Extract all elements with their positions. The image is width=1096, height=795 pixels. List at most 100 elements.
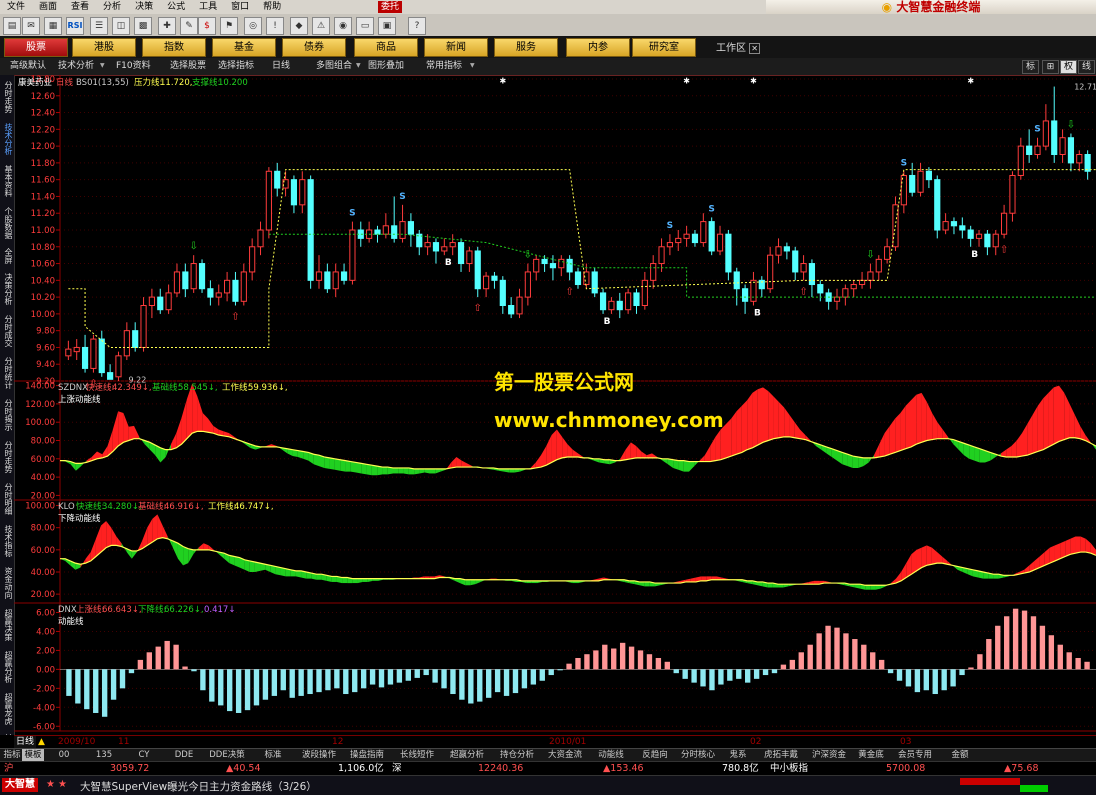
candle [290,175,298,214]
nav-button[interactable]: 内参 [566,38,630,57]
subbar-item[interactable]: 图形叠加 [368,60,404,72]
left-tab[interactable]: 分时揭示 [1,395,13,435]
left-tab[interactable]: 全屏 [1,245,13,267]
chart-mode-button[interactable]: 线 [1078,60,1095,74]
doc-icon[interactable]: ▭ [356,17,374,35]
calc-icon[interactable]: ▣ [378,17,396,35]
dropdown-arrow-icon[interactable]: ▼ [356,60,361,72]
area-segment [752,389,758,448]
menu-item[interactable]: 文件 [0,0,32,14]
target-icon[interactable]: ◉ [334,17,352,35]
menu-item[interactable]: 工具 [192,0,224,14]
workspace-label[interactable]: 工作区 ✕ [716,39,760,54]
dollar-icon[interactable]: $ [198,17,216,35]
left-tab[interactable]: 超赢分析 [1,647,13,687]
subbar-item[interactable]: 选择股票 [170,60,206,72]
menu-item[interactable]: 窗口 [224,0,256,14]
subbar-item[interactable]: F10资料 [116,60,151,72]
brand-badge[interactable]: 大智慧 [2,778,38,792]
order-button[interactable]: 委托 [378,1,403,13]
rsi-icon[interactable]: RSI [66,17,84,35]
y-tick-label: 9.40 [36,360,55,370]
binoculars-icon[interactable]: ◎ [244,17,262,35]
nav-button[interactable]: 新闻 [424,38,488,57]
warn-icon[interactable]: ⚠ [312,17,330,35]
diamond-icon[interactable]: ◆ [290,17,308,35]
table-icon[interactable]: ▦ [44,17,62,35]
left-tab[interactable]: 技术指标 [1,521,13,561]
left-tab[interactable]: 超赢龙虎 [1,689,13,729]
nav-button[interactable]: 商品 [354,38,418,57]
dropdown-arrow-icon[interactable]: ▼ [100,60,105,72]
area-segment [644,581,650,587]
time-axis[interactable]: 日线 ▲ 2009/10 11 12 2010/01 02 03 [14,735,1096,749]
chart-mode-button[interactable]: 标 [1022,60,1039,74]
flag-icon[interactable]: ⚑ [220,17,238,35]
menu-item[interactable]: 公式 [160,0,192,14]
grid-icon[interactable]: ▩ [134,17,152,35]
p4-down-value: 66.226↓, [164,605,204,615]
left-tab[interactable]: 分时统计 [1,353,13,393]
histogram-bar [271,669,278,696]
menu-item[interactable]: 决策 [128,0,160,14]
area-segment [974,446,980,463]
triangle-up-icon[interactable]: ▲ [38,736,45,748]
split-icon[interactable]: ◫ [112,17,130,35]
candle [157,288,164,314]
menu-item[interactable]: 查看 [64,0,96,14]
subbar-item[interactable]: 高级默认 [10,60,46,72]
left-tab[interactable]: 分时走势 [1,77,13,117]
area-segment [1043,392,1049,450]
p3-work-value: 46.747↓, [234,502,274,512]
nav-button[interactable]: 研究室 [632,38,696,57]
area-segment [690,577,696,582]
left-tab[interactable]: 超赢决策 [1,605,13,645]
subbar-item[interactable]: 技术分析 [58,60,94,72]
nav-button[interactable]: 股票 [4,38,68,57]
left-tab[interactable]: 技术分析 [1,119,13,159]
nav-button[interactable]: 指数 [142,38,206,57]
menu-item[interactable]: 帮助 [256,0,288,14]
subbar-item[interactable]: 选择指标 [218,60,254,72]
subbar-item[interactable]: 常用指标 [426,60,462,72]
close-icon[interactable]: ✕ [749,43,760,54]
left-tab[interactable]: 分时明细 [1,479,13,519]
market-indicator-green [1020,785,1048,792]
chart-mode-button[interactable]: 权 [1060,60,1077,74]
left-tab[interactable]: 分时成交 [1,311,13,351]
left-tab[interactable]: 资金动向 [1,563,13,603]
left-tab[interactable]: 基本资料 [1,161,13,201]
left-tab[interactable]: 个股数据 [1,203,13,243]
nav-button[interactable]: 基金 [212,38,276,57]
alert-icon[interactable]: ! [266,17,284,35]
candle [1009,171,1016,222]
nav-button[interactable]: 债券 [282,38,346,57]
area-segment [152,514,158,543]
mail-icon[interactable]: ✉ [22,17,40,35]
subbar-item[interactable]: 多图组合 [316,60,352,72]
news-ticker[interactable]: 大智慧SuperView曝光今日主力资金路线（3/26） [80,779,317,794]
period-label[interactable]: 日线 [14,736,37,748]
buy-arrow-icon: ⇧ [799,286,807,297]
chart-area[interactable]: 12.8012.6012.4012.2012.0011.8011.6011.40… [14,75,1096,735]
area-segment [356,462,362,474]
area-segment [1011,440,1017,457]
pen-icon[interactable]: ✎ [180,17,198,35]
subbar-item[interactable]: 日线 [272,60,290,72]
chart-icon[interactable]: ▤ [3,17,21,35]
area-segment [546,435,552,466]
menu-item[interactable]: 分析 [96,0,128,14]
chart-mode-button[interactable]: ⊞ [1042,60,1059,74]
list-icon[interactable]: ☰ [90,17,108,35]
area-segment [165,444,171,457]
nav-button[interactable]: 港股 [72,38,136,57]
dropdown-arrow-icon[interactable]: ▼ [470,60,475,72]
cross-icon[interactable]: ✚ [158,17,176,35]
candle [992,230,999,256]
left-tab[interactable]: 分时走势 [1,437,13,477]
help-icon[interactable]: ? [408,17,426,35]
menu-item[interactable]: 画面 [32,0,64,14]
nav-button[interactable]: 服务 [494,38,558,57]
left-tab[interactable]: 决策分析 [1,269,13,309]
histogram-bar [200,669,206,691]
